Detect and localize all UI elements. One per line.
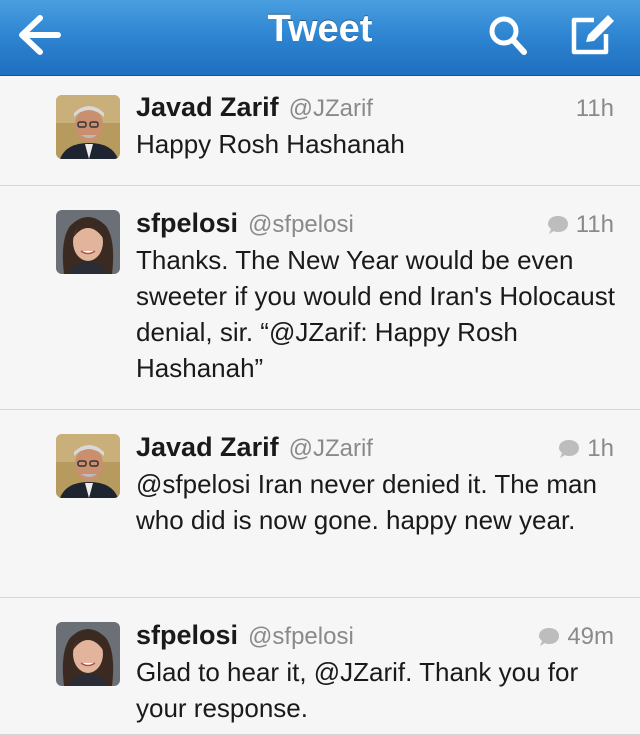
avatar[interactable] xyxy=(56,434,120,498)
avatar-zarif-image xyxy=(56,434,120,498)
tweet-author[interactable]: sfpelosi @sfpelosi xyxy=(136,208,354,239)
tweet-row[interactable]: Javad Zarif @JZarif 11h Happy Rosh Hashan… xyxy=(0,76,640,186)
author-handle: @sfpelosi xyxy=(248,211,354,238)
conversation-bubble-icon xyxy=(559,440,580,458)
avatar[interactable] xyxy=(56,95,120,159)
avatar-zarif-image xyxy=(56,95,120,159)
author-name: Javad Zarif xyxy=(136,92,279,122)
tweet-timestamp: 11h xyxy=(576,95,614,123)
timestamp-text: 11h xyxy=(575,95,614,122)
author-name: sfpelosi xyxy=(136,620,239,650)
tweet-timestamp: 1h xyxy=(557,435,614,463)
avatar-pelosi-image xyxy=(56,210,120,274)
navigation-bar: Tweet xyxy=(0,0,640,76)
author-handle: @sfpelosi xyxy=(248,623,354,650)
compose-button[interactable] xyxy=(564,10,620,60)
timestamp-text: 11h xyxy=(575,211,614,238)
author-handle: @JZarif xyxy=(288,95,373,122)
tweet-text: @sfpelosi Iran never denied it. The man … xyxy=(136,469,597,535)
author-handle: @JZarif xyxy=(288,435,373,462)
author-name: Javad Zarif xyxy=(136,432,279,462)
tweet-author[interactable]: Javad Zarif @JZarif xyxy=(136,432,373,463)
timestamp-text: 49m xyxy=(567,623,614,650)
tweet-row[interactable]: Javad Zarif @JZarif 1h @sfpelosi Iran nev… xyxy=(0,410,640,598)
tweet-text: Happy Rosh Hashanah xyxy=(136,129,405,159)
conversation-bubble-icon xyxy=(547,216,568,234)
tweet-row[interactable]: sfpelosi @sfpelosi 49m Glad to hear it, @… xyxy=(0,598,640,735)
tweet-row[interactable]: sfpelosi @sfpelosi 11h Thanks. The New Ye… xyxy=(0,186,640,410)
page-title: Tweet xyxy=(267,8,373,50)
tweet-author[interactable]: sfpelosi @sfpelosi xyxy=(136,620,354,651)
search-icon xyxy=(489,16,527,55)
tweet-timestamp: 49m xyxy=(537,623,614,651)
search-button[interactable] xyxy=(480,10,536,60)
timestamp-text: 1h xyxy=(587,435,614,462)
avatar-pelosi-image xyxy=(56,622,120,686)
tweet-author[interactable]: Javad Zarif @JZarif xyxy=(136,92,373,123)
avatar[interactable] xyxy=(56,622,120,686)
conversation-bubble-icon xyxy=(539,628,560,646)
tweet-text: Thanks. The New Year would be even sweet… xyxy=(136,245,615,383)
tweet-timestamp: 11h xyxy=(546,211,614,239)
avatar[interactable] xyxy=(56,210,120,274)
tweet-text: Glad to hear it, @JZarif. Thank you for … xyxy=(136,657,579,723)
compose-icon xyxy=(571,15,614,55)
author-name: sfpelosi xyxy=(136,208,239,238)
